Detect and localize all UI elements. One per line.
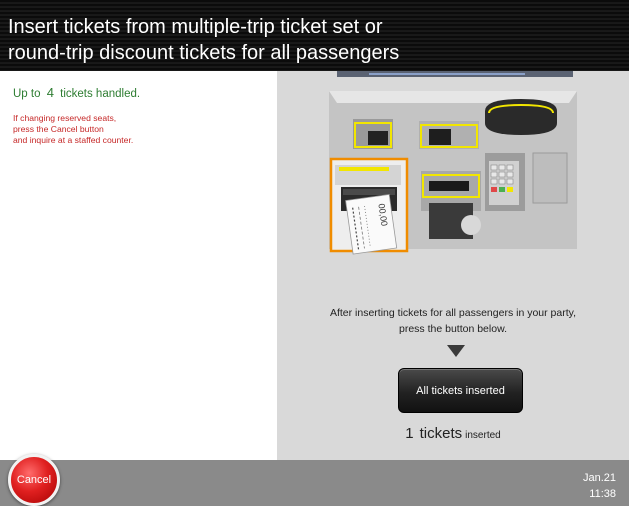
inserted-count: 1 tickets inserted — [277, 425, 629, 443]
warning-line: and inquire at a staffed counter. — [13, 135, 134, 145]
instruction-text: After inserting tickets for all passenge… — [277, 305, 629, 337]
cancel-button[interactable]: Cancel — [8, 454, 60, 506]
action-panel: 00,00 After inserting tickets for all pa… — [277, 71, 629, 460]
info-panel: Up to 4 tickets handled. If changing res… — [0, 71, 277, 460]
ticket-limit-value: 4 — [46, 85, 54, 100]
inserted-count-suffix: inserted — [465, 430, 501, 441]
down-arrow-icon — [447, 345, 465, 357]
reserved-seat-warning: If changing reserved seats, press the Ca… — [13, 113, 133, 146]
all-tickets-inserted-button[interactable]: All tickets inserted — [398, 368, 523, 413]
inserted-count-value: 1 — [405, 425, 414, 442]
date-time: Jan.21 11:38 — [583, 470, 616, 502]
warning-line: If changing reserved seats, — [13, 113, 117, 123]
instruction-line-1: After inserting tickets for all passenge… — [329, 307, 577, 319]
instruction-line-2: press the button below. — [399, 323, 507, 335]
footer-bar — [0, 460, 629, 506]
inserted-count-word: tickets — [419, 425, 463, 442]
date-text: Jan.21 — [582, 472, 616, 484]
page-title-line-2: round-trip discount tickets for all pass… — [8, 42, 400, 64]
ticket-limit-prefix: Up to — [13, 88, 41, 100]
time-text: 11:38 — [589, 488, 616, 500]
ticket-machine-illustration: 00,00 — [329, 71, 577, 255]
warning-line: press the Cancel button — [13, 124, 104, 134]
ticket-limit-text: Up to 4 tickets handled. — [13, 85, 140, 100]
page-title-line-1: Insert tickets from multiple-trip ticket… — [8, 16, 383, 38]
ticket-limit-suffix: tickets handled. — [60, 88, 141, 100]
title-banner: Insert tickets from multiple-trip ticket… — [0, 0, 629, 71]
